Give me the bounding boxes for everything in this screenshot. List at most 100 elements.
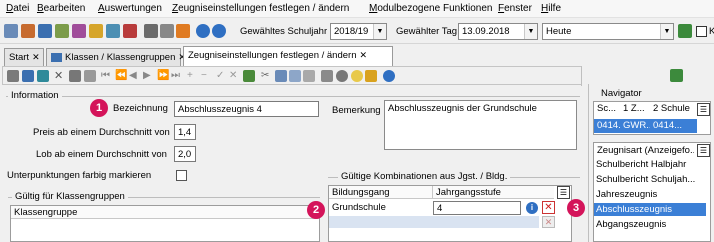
navigator-title: Navigator <box>601 88 642 99</box>
menu-auswertungen[interactable]: Auswertungen <box>98 3 162 14</box>
search-icon[interactable] <box>336 70 348 82</box>
table-row-bildungsgang[interactable]: Grundschule <box>329 201 432 214</box>
klassengruppe-header-label: Klassengruppe <box>14 207 78 218</box>
refresh-icon[interactable] <box>670 69 683 82</box>
today-select[interactable]: Heute ▼ <box>542 23 674 40</box>
navigator-school-grid: Sc... 1 Z... 2 Schule ☰ 0414... GWR... 0… <box>593 101 711 135</box>
list-item[interactable]: Abgangszeugnis <box>594 218 706 231</box>
kombinationen-title: Gültige Kombinationen aus Jgst. / Bldg. <box>338 171 511 182</box>
tab-zeugniseinstellungen[interactable]: Zeugniseinstellungen festlegen / ändern ✕ <box>183 46 393 66</box>
new-row-placeholder[interactable] <box>329 216 539 228</box>
menu-datei[interactable]: Datei <box>6 3 29 14</box>
insert-icon[interactable]: + <box>187 70 199 82</box>
first-record-icon[interactable]: ⏮ <box>101 70 113 82</box>
jahrgangsstufe-cell: 4 <box>437 203 443 214</box>
grid-options-icon[interactable]: ☰ <box>697 103 710 116</box>
prev-page-icon[interactable]: ⏪ <box>115 70 127 82</box>
lightbulb-icon[interactable] <box>351 70 363 82</box>
preis-value: 1,4 <box>178 127 192 138</box>
unterpunkt-checkbox[interactable] <box>176 170 187 181</box>
remove-icon[interactable]: − <box>201 70 213 82</box>
tab-label: Klassen / Klassengruppen <box>65 52 176 63</box>
pen-icon[interactable] <box>365 70 377 82</box>
tab-bar: Start✕ Klassen / Klassengruppen✕ Zeugnis… <box>0 46 600 66</box>
list-item[interactable]: Jahreszeugnis <box>594 188 706 201</box>
new-icon[interactable] <box>7 70 19 82</box>
delete-row-icon[interactable]: ✕ <box>542 216 555 228</box>
menu-hilfe[interactable]: Hilfe <box>541 3 561 14</box>
print-icon[interactable] <box>123 24 137 38</box>
next-record-icon[interactable]: ▶ <box>143 70 155 82</box>
cancel-icon[interactable]: ✕ <box>229 70 241 82</box>
tab-start[interactable]: Start ✕ <box>4 48 44 66</box>
save-icon[interactable] <box>22 70 34 82</box>
close-icon[interactable]: ✕ <box>359 50 367 60</box>
menu-fenster[interactable]: Fenster <box>498 3 532 14</box>
help-icon[interactable] <box>383 70 395 82</box>
print-icon[interactable] <box>321 70 333 82</box>
list-item[interactable]: Schulbericht Halbjahr <box>594 158 706 171</box>
help-icon[interactable] <box>212 24 226 38</box>
grid-options-icon[interactable]: ☰ <box>557 186 570 199</box>
disk-icon[interactable] <box>144 24 158 38</box>
navigator-header-schule[interactable]: 2 Schule <box>650 102 696 115</box>
preis-label: Preis ab einem Durchschnitt von <box>33 127 170 138</box>
copy-clipboard-icon[interactable] <box>275 70 287 82</box>
jahrgangsstufe-cell-input[interactable]: 4 <box>433 201 521 215</box>
jahrgangsstufe-column-header[interactable]: Jahrgangsstufe <box>432 186 554 199</box>
day-select[interactable]: 13.09.2018 ▼ <box>458 23 538 40</box>
close-icon[interactable]: ✕ <box>32 52 40 62</box>
menu-zeugniseinstellungen[interactable]: Zeugniseinstellungen festlegen / ändern <box>172 3 349 14</box>
prev-record-icon[interactable]: ◀ <box>129 70 141 82</box>
navigator-panel: Navigator Sc... 1 Z... 2 Schule ☰ 0414..… <box>588 84 714 242</box>
bezeichnung-input[interactable]: Abschlusszeugnis 4 <box>174 101 319 117</box>
flash-icon[interactable] <box>176 24 190 38</box>
navigator-school-row[interactable]: 0414... GWR... 0414... <box>594 119 697 133</box>
delete-row-icon[interactable]: ✕ <box>542 201 555 214</box>
list-icon[interactable] <box>84 70 96 82</box>
last-record-icon[interactable]: ⏭ <box>171 70 183 82</box>
refresh-icon[interactable] <box>678 24 692 38</box>
copy-icon[interactable] <box>69 70 81 82</box>
navigator-header-z[interactable]: 1 Z... <box>620 102 650 115</box>
bemerkung-textarea[interactable]: Abschlusszeugnis der Grundschule <box>384 100 577 150</box>
tab-klassen[interactable]: Klassen / Klassengruppen✕ <box>46 48 186 66</box>
badge-3: 3 <box>567 199 585 217</box>
student-icon[interactable] <box>72 24 86 38</box>
lob-input[interactable]: 2,0 <box>174 146 196 162</box>
list-item-selected[interactable]: Abschlusszeugnis <box>594 203 706 216</box>
bezeichnung-value: Abschlusszeugnis 4 <box>178 104 262 115</box>
class-icon[interactable] <box>38 24 52 38</box>
k-checkbox[interactable] <box>696 26 707 37</box>
school-year-select[interactable]: 2018/19 ▼ <box>330 23 387 40</box>
zeugnisart-column-header[interactable]: Zeugnisart (Anzeigefo... <box>594 144 694 157</box>
check-icon[interactable]: ✓ <box>216 70 228 82</box>
grid-options-icon[interactable]: ☰ <box>697 144 710 157</box>
navigator-toolbar <box>581 66 714 86</box>
open-icon[interactable] <box>4 24 18 38</box>
undo-icon[interactable] <box>243 70 255 82</box>
preis-input[interactable]: 1,4 <box>174 124 196 140</box>
teacher-icon[interactable] <box>55 24 69 38</box>
filter-icon[interactable] <box>303 70 315 82</box>
paste-icon[interactable] <box>289 70 301 82</box>
next-page-icon[interactable]: ⏩ <box>157 70 169 82</box>
menu-bearbeiten[interactable]: Bearbeiten <box>37 3 85 14</box>
cut-icon[interactable]: ✂ <box>261 70 273 82</box>
grades-icon[interactable] <box>89 24 103 38</box>
refresh-icon[interactable] <box>37 70 49 82</box>
info-icon[interactable]: i <box>526 202 538 214</box>
bildungsgang-column-header[interactable]: Bildungsgang <box>329 186 432 199</box>
list-item[interactable]: Schulbericht Schuljah... <box>594 173 706 186</box>
info-icon[interactable] <box>196 24 210 38</box>
menu-bar: Datei Bearbeiten Auswertungen Zeugnisein… <box>0 0 714 18</box>
menu-modulbezogene-funktionen[interactable]: Modulbezogene Funktionen <box>369 3 492 14</box>
klassengruppe-column-header[interactable]: Klassengruppe <box>11 206 319 219</box>
calendar-icon[interactable] <box>106 24 120 38</box>
record-toolbar: ✕ ⏮ ⏪ ◀ ▶ ⏩ ⏭ + − ✓ ✕ ✂ <box>2 66 582 85</box>
navigator-header-sc[interactable]: Sc... <box>594 102 620 115</box>
lob-label: Lob ab einem Durchschnitt von <box>36 149 167 160</box>
delete-icon[interactable]: ✕ <box>54 70 66 82</box>
report-icon[interactable] <box>21 24 35 38</box>
export-icon[interactable] <box>160 24 174 38</box>
